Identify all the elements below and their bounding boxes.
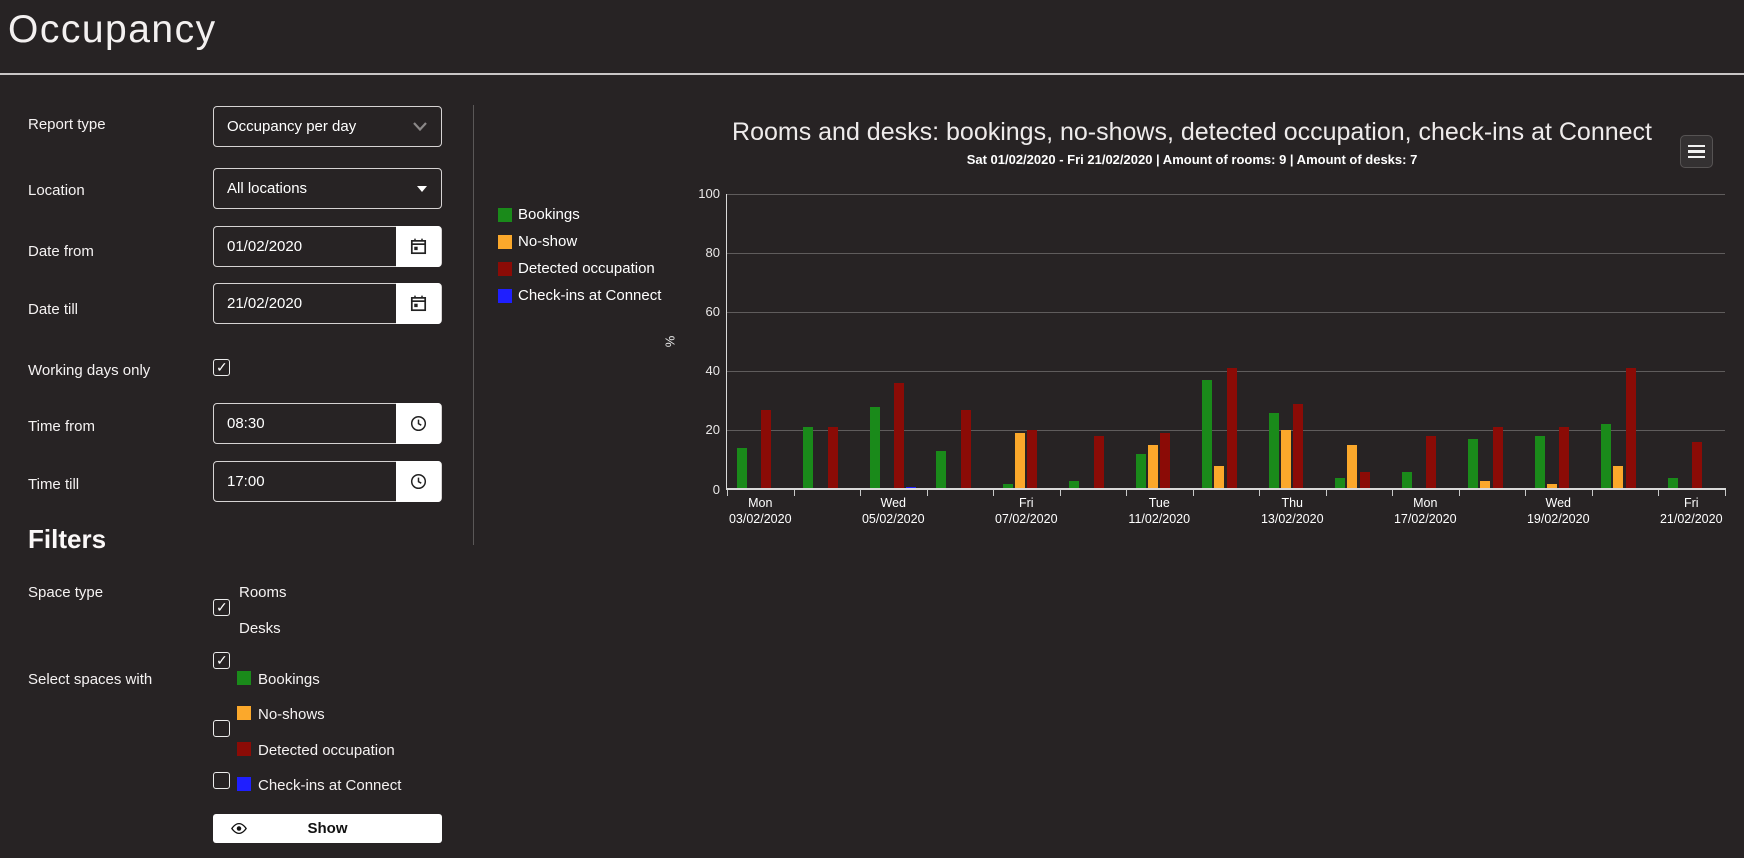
bar-no-show bbox=[1147, 445, 1158, 490]
bar-detected-occupation bbox=[1027, 430, 1038, 490]
bar-detected-occupation bbox=[1625, 368, 1636, 490]
y-tick-label: 100 bbox=[698, 186, 720, 201]
bar-detected-occupation bbox=[1293, 403, 1304, 490]
bar-bookings bbox=[736, 448, 747, 490]
gridline bbox=[727, 252, 1725, 254]
occupancy-report-page: Occupancy Report type Location Date from… bbox=[0, 0, 1744, 858]
bar-detected-occupation bbox=[1559, 427, 1570, 490]
x-axis-label: Wed 19/02/2020 bbox=[1526, 496, 1590, 526]
y-tick-label: 80 bbox=[705, 245, 720, 261]
gridline bbox=[727, 193, 1725, 195]
bar-bookings bbox=[1135, 454, 1146, 490]
gridline bbox=[727, 311, 1725, 313]
bar-bookings bbox=[803, 427, 813, 490]
bar-no-show bbox=[1347, 445, 1358, 490]
bar-detected-occupation bbox=[1426, 436, 1437, 490]
y-tick-label: 40 bbox=[705, 363, 720, 379]
bar-no-show bbox=[1613, 465, 1624, 490]
y-tick-label: 60 bbox=[705, 304, 720, 320]
y-tick-label: 20 bbox=[705, 422, 720, 438]
bar-bookings bbox=[1268, 412, 1279, 490]
x-axis-label: Wed 05/02/2020 bbox=[861, 496, 925, 526]
y-axis-line bbox=[726, 194, 727, 490]
bar-bookings bbox=[1601, 424, 1611, 490]
bar-detected-occupation bbox=[1359, 471, 1370, 490]
bar-detected-occupation bbox=[1692, 442, 1703, 490]
bar-no-show bbox=[1014, 433, 1025, 490]
bar-detected-occupation bbox=[1226, 368, 1237, 490]
bar-detected-occupation bbox=[1492, 427, 1503, 490]
bar-detected-occupation bbox=[827, 427, 838, 490]
x-axis-label: Tue 11/02/2020 bbox=[1128, 496, 1191, 526]
bar-detected-occupation bbox=[761, 409, 772, 490]
bar-bookings bbox=[869, 406, 880, 490]
x-axis-label: Mon 03/02/2020 bbox=[728, 496, 792, 526]
bar-detected-occupation bbox=[960, 409, 971, 490]
bar-bookings bbox=[1468, 439, 1478, 490]
x-axis-label: Mon 17/02/2020 bbox=[1393, 496, 1457, 526]
bar-detected-occupation bbox=[1093, 436, 1104, 490]
bar-detected-occupation bbox=[894, 383, 905, 490]
bar-detected-occupation bbox=[1160, 433, 1171, 490]
x-axis-label: Fri 07/02/2020 bbox=[994, 496, 1058, 526]
bar-bookings bbox=[1534, 436, 1545, 490]
x-axis-line bbox=[727, 488, 1726, 490]
bar-no-show bbox=[1214, 465, 1225, 490]
bar-bookings bbox=[936, 451, 946, 490]
x-axis-label: Thu 13/02/2020 bbox=[1260, 496, 1324, 526]
x-axis-label: Fri 21/02/2020 bbox=[1659, 496, 1723, 526]
bar-bookings bbox=[1401, 471, 1412, 490]
bar-bookings bbox=[1202, 380, 1212, 490]
bar-chart-plot-area: 0 20 40 60 80 100 Mon 03/02/2020 Wed 05/02/2020 Fr… bbox=[0, 0, 1744, 858]
bar-no-show bbox=[1280, 430, 1291, 490]
